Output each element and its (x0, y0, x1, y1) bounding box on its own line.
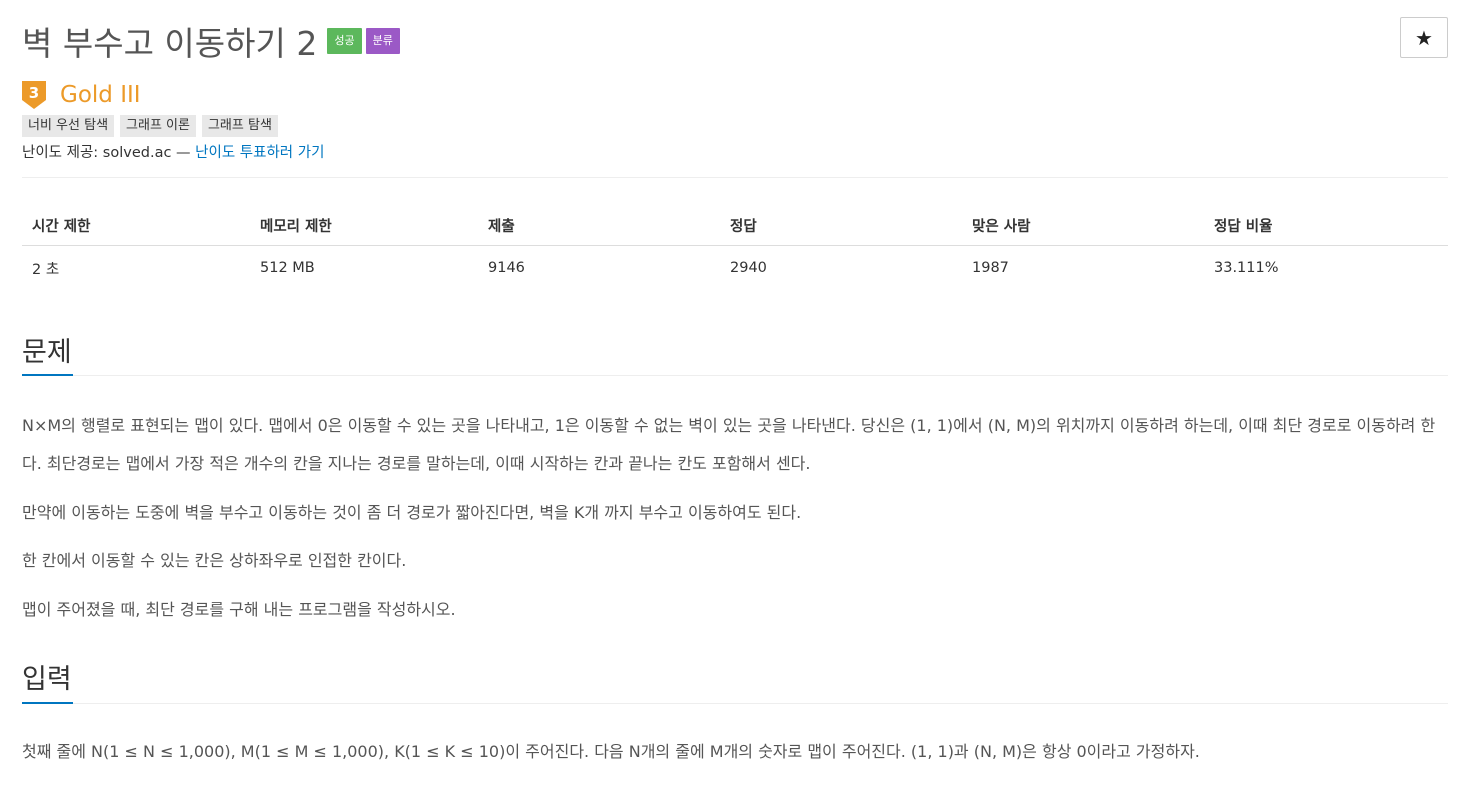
value-accepted[interactable]: 2940 (720, 246, 962, 291)
header-submissions: 제출 (478, 205, 720, 246)
star-icon: ★ (1415, 25, 1433, 50)
section-divider (22, 703, 1448, 704)
badge-category[interactable]: 분류 (365, 28, 400, 54)
tag-bfs[interactable]: 너비 우선 탐색 (22, 115, 115, 137)
tier-label[interactable]: Gold III (60, 82, 141, 108)
header-accept-ratio: 정답 비율 (1204, 205, 1448, 246)
stats-value-row: 2 초 512 MB 9146 2940 1987 33.111% (22, 246, 1448, 291)
tier-row: 3 Gold III (22, 81, 141, 109)
tag-graph-theory[interactable]: 그래프 이론 (120, 115, 196, 137)
divider (22, 177, 1448, 178)
section-divider (22, 375, 1448, 376)
title-row: 벽 부수고 이동하기 2 성공 분류 (22, 18, 400, 64)
stats-header-row: 시간 제한 메모리 제한 제출 정답 맞은 사람 정답 비율 (22, 205, 1448, 246)
section-accent (22, 702, 73, 704)
tag-graph-search[interactable]: 그래프 탐색 (201, 115, 278, 137)
credit-text: 난이도 제공: solved.ac — (22, 145, 196, 161)
difficulty-credit: 난이도 제공: solved.ac — 난이도 투표하러 가기 (22, 141, 324, 162)
section-accent (22, 374, 73, 376)
input-paragraph: 첫째 줄에 N(1 ≤ N ≤ 1,000), M(1 ≤ M ≤ 1,000)… (22, 742, 1200, 761)
header-memory-limit: 메모리 제한 (250, 205, 478, 246)
problem-stats-table: 시간 제한 메모리 제한 제출 정답 맞은 사람 정답 비율 2 초 512 M… (22, 205, 1448, 290)
value-accept-ratio: 33.111% (1214, 260, 1279, 276)
tier-number: 3 (29, 84, 39, 102)
page-title: 벽 부수고 이동하기 2 (22, 24, 318, 63)
value-memory-limit: 512 MB (260, 260, 315, 276)
section-heading-input: 입력 (22, 664, 72, 695)
problem-paragraph-4: 맵이 주어졌을 때, 최단 경로를 구해 내는 프로그램을 작성하시오. (22, 600, 456, 619)
problem-paragraph-3: 한 칸에서 이동할 수 있는 칸은 상하좌우로 인접한 칸이다. (22, 551, 407, 570)
header-accepted: 정답 (720, 205, 962, 246)
header-time-limit: 시간 제한 (22, 205, 250, 246)
badge-success[interactable]: 성공 (327, 28, 362, 54)
vote-difficulty-link[interactable]: 난이도 투표하러 가기 (195, 145, 324, 161)
algorithm-tags: 너비 우선 탐색 그래프 이론 그래프 탐색 (22, 115, 284, 137)
problem-paragraph-2: 만약에 이동하는 도중에 벽을 부수고 이동하는 것이 좀 더 경로가 짧아진다… (22, 503, 802, 522)
header-solved-users: 맞은 사람 (962, 205, 1204, 246)
favorite-star-button[interactable]: ★ (1400, 17, 1448, 58)
section-heading-problem: 문제 (22, 337, 72, 368)
value-solved-users[interactable]: 1987 (962, 246, 1204, 291)
problem-paragraph-1: N×M의 행렬로 표현되는 맵이 있다. 맵에서 0은 이동할 수 있는 곳을 … (22, 416, 1436, 473)
tier-badge-icon: 3 (22, 81, 46, 109)
value-time-limit: 2 초 (32, 261, 60, 278)
value-submissions[interactable]: 9146 (478, 246, 720, 291)
